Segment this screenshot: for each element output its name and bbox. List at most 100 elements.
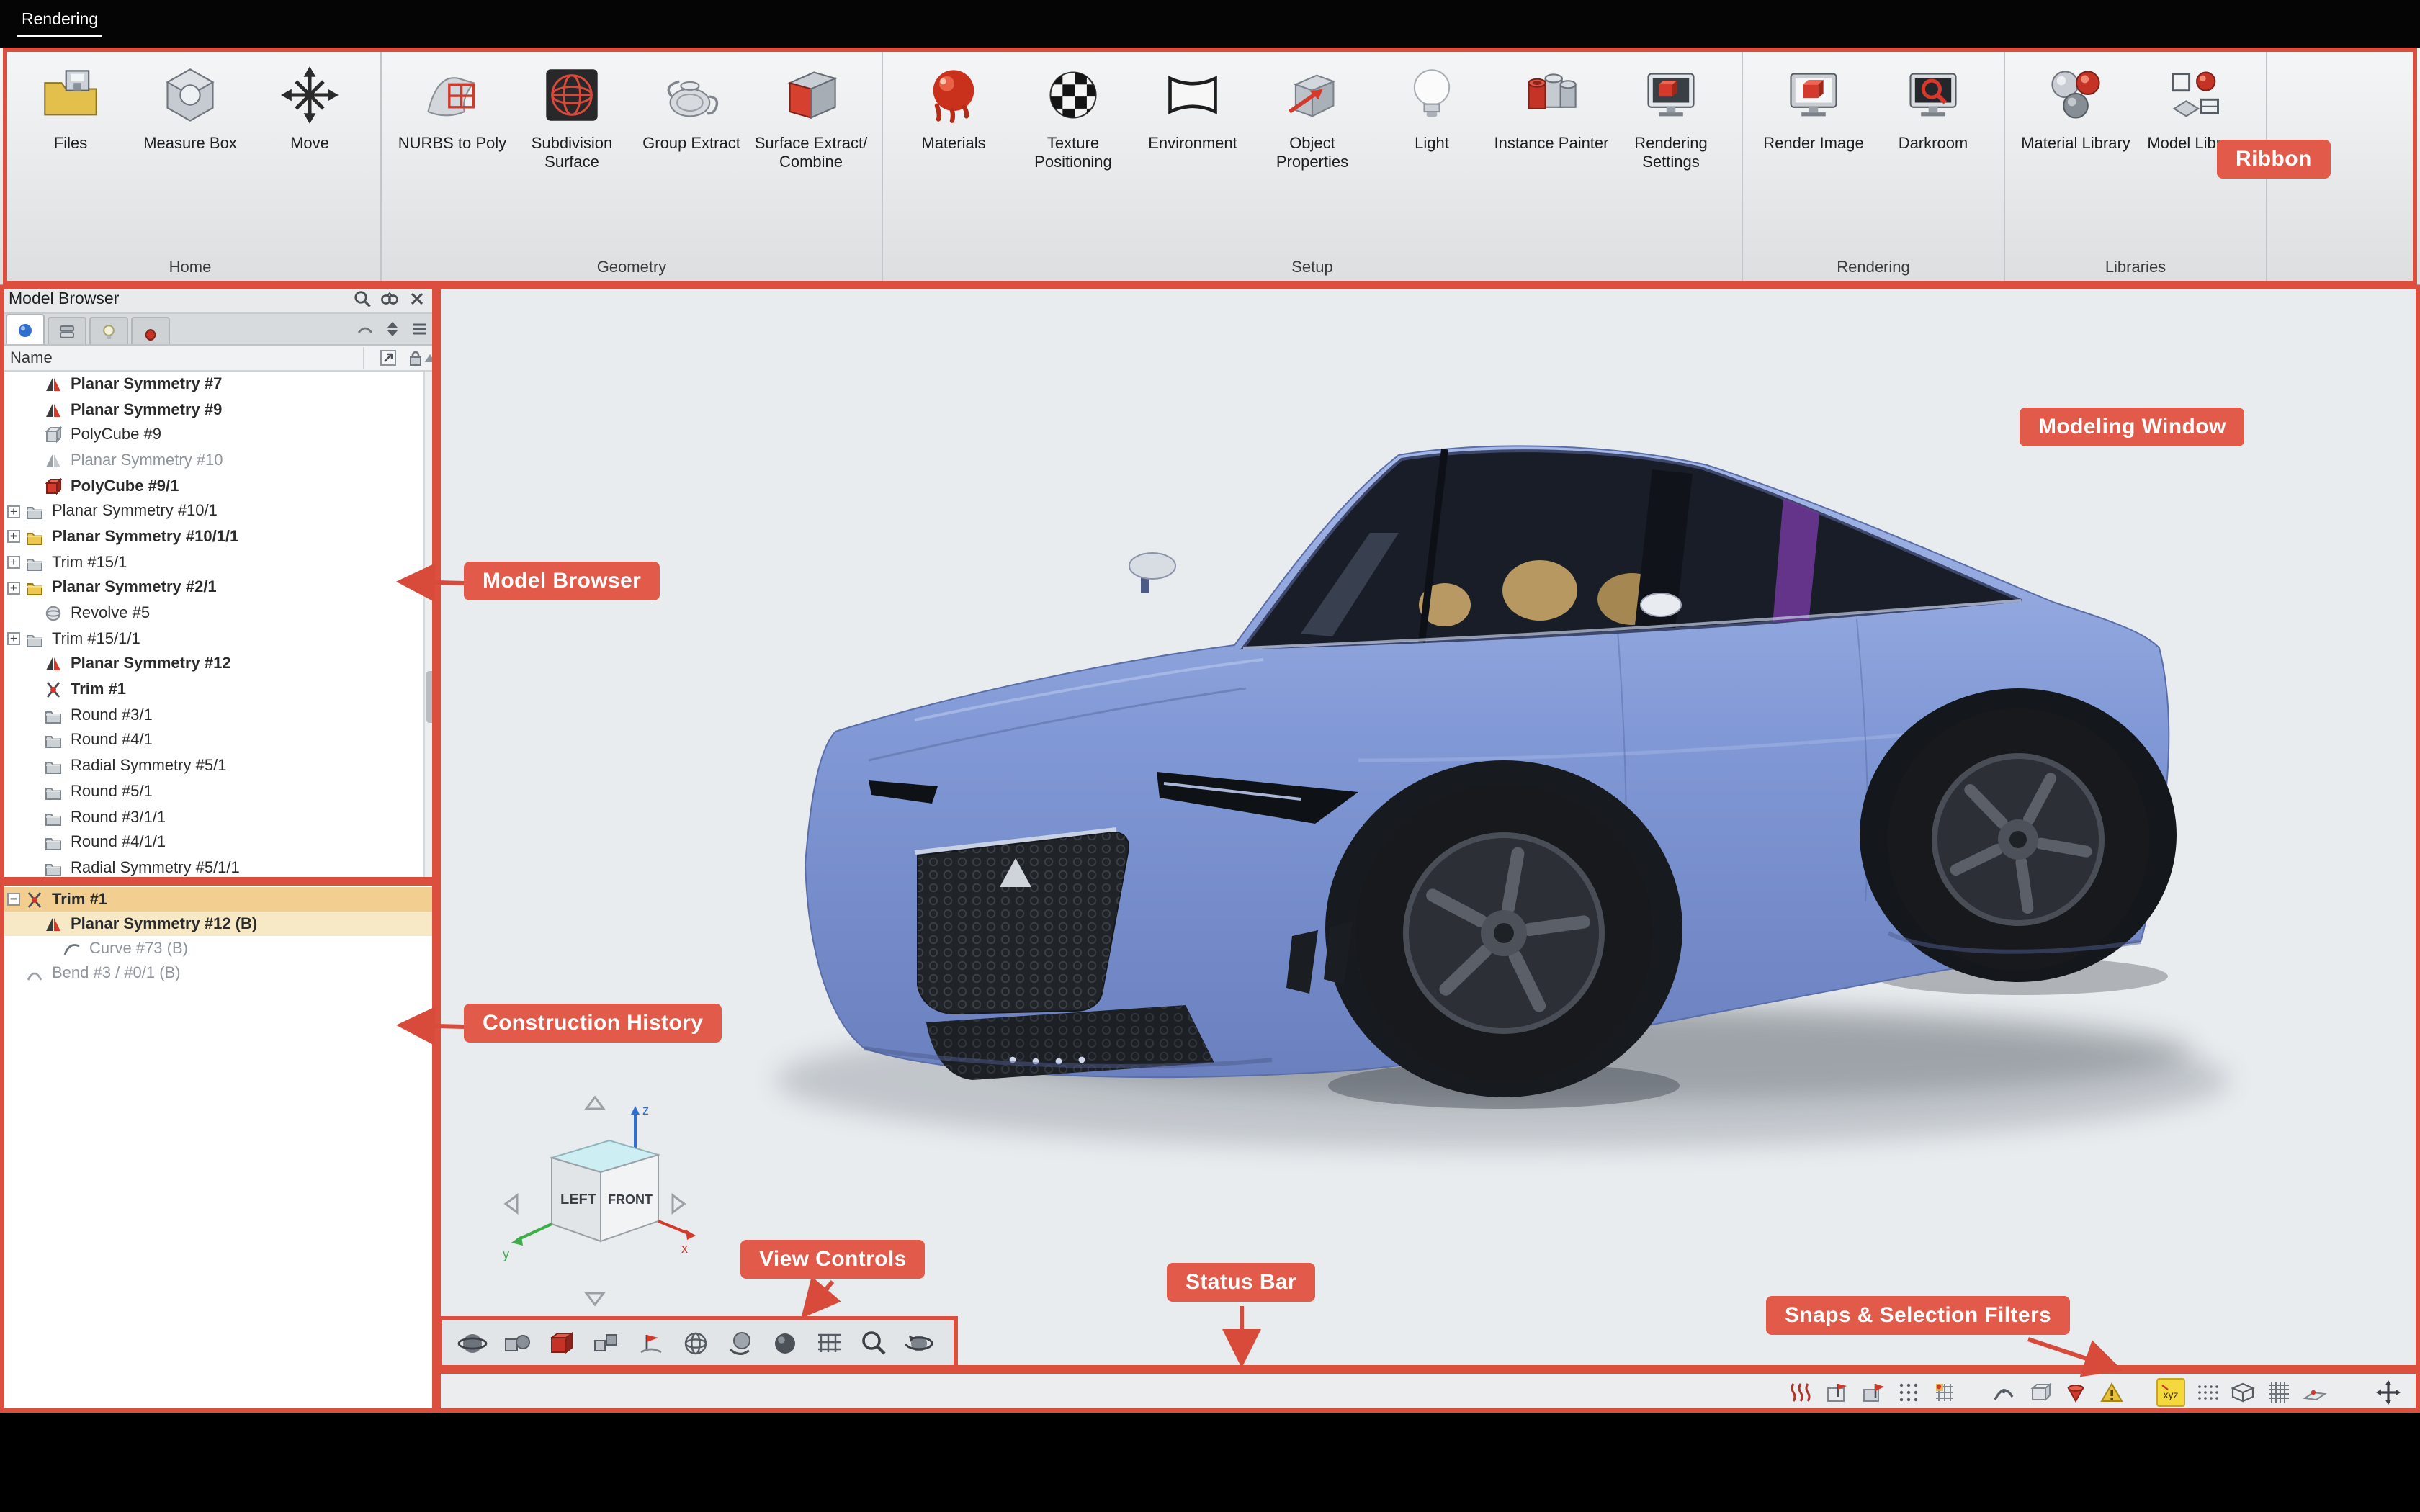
ribbon-button-group-extract[interactable]: Group Extract [634, 59, 749, 154]
wire-sphere-icon[interactable] [678, 1327, 713, 1359]
pivot-snap-icon[interactable] [2061, 1378, 2090, 1407]
turntable-icon[interactable] [902, 1327, 936, 1359]
tree-item-planar-symmetry-12-b[interactable]: Planar Symmetry #12 (B) [0, 912, 436, 936]
tree-item-planar-symmetry-10-1[interactable]: + Planar Symmetry #10/1 [0, 499, 424, 524]
bend-icon [26, 964, 46, 981]
ribbon-button-measure-box[interactable]: Measure Box [133, 59, 248, 154]
ribbon-group-buttons: FilesMeasure BoxMove [0, 48, 380, 255]
tree-item-planar-symmetry-10-1-1[interactable]: +Planar Symmetry #10/1/1 [0, 524, 424, 549]
expander-toggle-icon[interactable]: + [7, 582, 20, 595]
scrollbar-thumb[interactable] [426, 671, 435, 723]
tree-item-curve-73-b[interactable]: Curve #73 (B) [0, 936, 436, 960]
expander-toggle-icon[interactable]: + [7, 505, 20, 518]
prim-cube-icon[interactable] [500, 1327, 534, 1359]
tree-item-planar-symmetry-9[interactable]: Planar Symmetry #9 [0, 397, 424, 422]
ribbon-button-instance-painter[interactable]: Instance Painter [1494, 59, 1609, 154]
tree-item-round-4-1[interactable]: Round #4/1 [0, 728, 424, 753]
expander-toggle-icon[interactable]: + [7, 556, 20, 569]
model-browser-scrollbar[interactable] [424, 372, 436, 881]
ribbon-button-move[interactable]: Move [252, 59, 367, 154]
app-window: Rendering FilesMeasure BoxMoveHomeNURBS … [0, 0, 2420, 1512]
plane-snap-icon[interactable] [2300, 1378, 2329, 1407]
tree-item-bend-3-0-1-b[interactable]: Bend #3 / #0/1 (B) [0, 960, 436, 985]
transform-icon[interactable] [2374, 1378, 2403, 1407]
tree-item-planar-symmetry-12[interactable]: Planar Symmetry #12 [0, 652, 424, 677]
zoom-view-icon[interactable] [857, 1327, 892, 1359]
curve-snap-icon[interactable] [1989, 1378, 2018, 1407]
model-browser-tree: Planar Symmetry #7Planar Symmetry #9Poly… [0, 372, 424, 881]
ribbon-button-files[interactable]: Files [13, 59, 128, 154]
browser-tab-3[interactable] [89, 317, 128, 344]
ribbon-button-label: Render Image [1763, 135, 1863, 154]
scroll-up-icon[interactable] [424, 348, 436, 369]
ribbon-button-nurbs-to-poly[interactable]: NURBS to Poly [395, 59, 510, 154]
tree-item-trim-15-1-1[interactable]: +Trim #15/1/1 [0, 626, 424, 652]
search-icon[interactable] [350, 288, 373, 310]
close-icon[interactable] [405, 288, 428, 310]
ribbon-button-surface-extract-combine[interactable]: Surface Extract/ Combine [753, 59, 869, 174]
hatch-snap-icon[interactable] [1786, 1378, 1815, 1407]
tree-item-label: PolyCube #9/1 [71, 477, 179, 495]
browser-tab-2[interactable] [48, 317, 86, 344]
flag-surface-icon[interactable] [634, 1327, 668, 1359]
point-grid-icon[interactable] [1894, 1378, 1923, 1407]
orbit-view-icon[interactable] [455, 1327, 490, 1359]
ribbon-button-texture-positioning[interactable]: Texture Positioning [1016, 59, 1131, 174]
find-icon[interactable] [377, 288, 400, 310]
ribbon-group-geometry: NURBS to PolySubdivision SurfaceGroup Ex… [382, 48, 883, 284]
expander-toggle-icon[interactable]: + [7, 632, 20, 645]
pin-icon[interactable] [376, 347, 399, 369]
tree-item-label: Planar Symmetry #7 [71, 376, 222, 393]
expander-toggle-icon[interactable]: − [7, 893, 20, 906]
tree-item-planar-symmetry-10[interactable]: Planar Symmetry #10 [0, 448, 424, 473]
ribbon-button-rendering-settings[interactable]: Rendering Settings [1613, 59, 1729, 174]
tree-item-round-5-1[interactable]: Round #5/1 [0, 779, 424, 804]
ribbon-button-light[interactable]: Light [1374, 59, 1489, 154]
prim-pair-icon[interactable] [589, 1327, 624, 1359]
tree-item-round-3-1-1[interactable]: Round #3/1/1 [0, 804, 424, 829]
tree-item-radial-symmetry-5-1-1[interactable]: Radial Symmetry #5/1/1 [0, 855, 424, 881]
browser-tab-4[interactable] [131, 317, 170, 344]
lattice-icon[interactable] [2264, 1378, 2293, 1407]
tree-item-trim-1[interactable]: −Trim #1 [0, 887, 436, 912]
sort-icon[interactable] [380, 318, 403, 340]
tree-item-polycube-9[interactable]: PolyCube #9 [0, 423, 424, 448]
ribbon-button-material-library[interactable]: Material Library [2018, 59, 2133, 154]
alert-icon[interactable] [2097, 1378, 2126, 1407]
tree-item-polycube-9-1[interactable]: PolyCube #9/1 [0, 474, 424, 499]
red-cube-icon[interactable] [544, 1327, 579, 1359]
ribbon-button-darkroom[interactable]: Darkroom [1876, 59, 1991, 154]
flag-page-icon[interactable] [1822, 1378, 1851, 1407]
expander-toggle-icon[interactable]: + [7, 531, 20, 544]
tree-item-planar-symmetry-7[interactable]: Planar Symmetry #7 [0, 372, 424, 397]
tree-item-planar-symmetry-2-1[interactable]: +Planar Symmetry #2/1 [0, 575, 424, 600]
tree-item-revolve-5[interactable]: Revolve #5 [0, 600, 424, 626]
list-view-icon[interactable] [408, 318, 431, 340]
ribbon-button-render-image[interactable]: Render Image [1756, 59, 1871, 154]
tree-item-round-4-1-1[interactable]: Round #4/1/1 [0, 830, 424, 855]
ribbon-button-materials[interactable]: Materials [896, 59, 1011, 154]
tree-item-radial-symmetry-5-1[interactable]: Radial Symmetry #5/1 [0, 754, 424, 779]
ribbon-button-environment[interactable]: Environment [1135, 59, 1250, 154]
ribbon-button-subdivision-surface[interactable]: Subdivision Surface [514, 59, 629, 174]
grid-highlight-icon[interactable] [1930, 1378, 1959, 1407]
flag-note-icon[interactable] [1858, 1378, 1887, 1407]
shaded-sphere-icon[interactable] [768, 1327, 802, 1359]
ribbon-group-label: Home [0, 255, 380, 284]
grid-toggle-icon[interactable] [812, 1327, 847, 1359]
modeling-viewport[interactable]: z LEFT FRONT x y [436, 285, 2420, 1369]
tree-item-trim-1[interactable]: Trim #1 [0, 678, 424, 703]
tree-item-label: Planar Symmetry #10/1 [52, 503, 218, 521]
tree-item-round-3-1[interactable]: Round #3/1 [0, 703, 424, 728]
view-cube[interactable]: z LEFT FRONT x y [497, 1092, 699, 1310]
box-snap-icon[interactable] [2025, 1378, 2054, 1407]
curve-handle-icon[interactable] [353, 318, 376, 340]
tab-rendering[interactable]: Rendering [17, 12, 102, 37]
browser-tab-1[interactable] [6, 314, 45, 344]
grid-snap-icon[interactable] [2192, 1378, 2221, 1407]
hand-sphere-icon[interactable] [723, 1327, 758, 1359]
grid-3d-icon[interactable] [2228, 1378, 2257, 1407]
xyz-snap-icon[interactable]: xyz [2156, 1378, 2185, 1407]
tree-item-trim-15-1[interactable]: +Trim #15/1 [0, 550, 424, 575]
ribbon-button-object-properties[interactable]: Object Properties [1255, 59, 1370, 174]
